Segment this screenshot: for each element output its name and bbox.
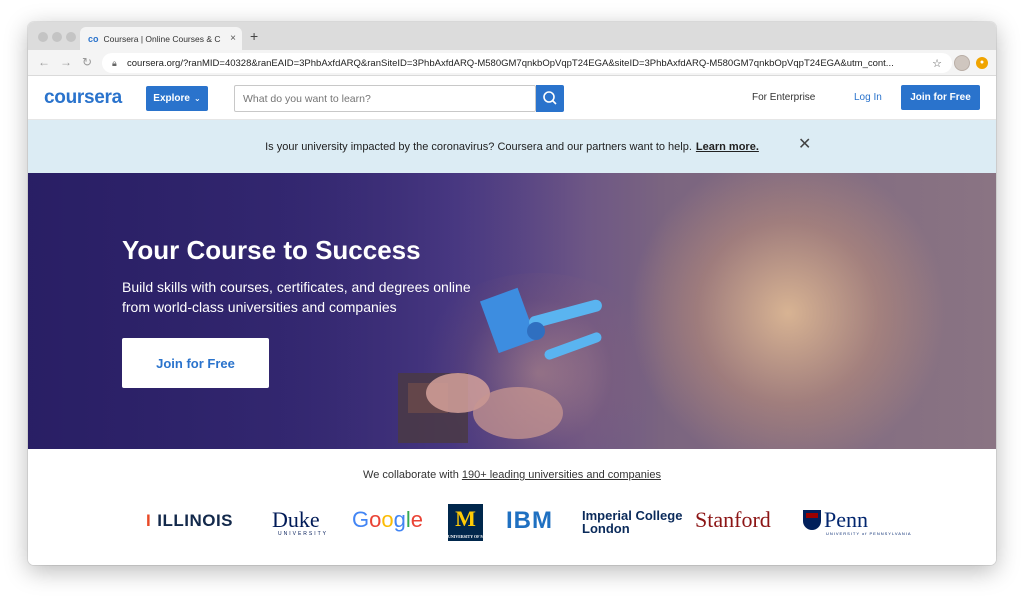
- explore-label: Explore: [153, 93, 190, 104]
- hero-subtitle: Build skills with courses, certificates,…: [122, 279, 471, 315]
- reload-icon[interactable]: ↻: [82, 55, 92, 69]
- collaborate-text: We collaborate with 190+ leading univers…: [28, 469, 996, 481]
- hero-photo-highlight: [628, 173, 948, 449]
- coursera-logo[interactable]: coursera: [44, 87, 122, 109]
- for-enterprise-link[interactable]: For Enterprise: [752, 92, 815, 103]
- penn-logo-subtitle: UNIVERSITY of PENNSYLVANIA: [826, 531, 912, 536]
- imperial-line-2: London: [582, 521, 630, 536]
- ibm-logo[interactable]: IBM: [506, 507, 553, 535]
- profile-avatar[interactable]: [954, 55, 970, 71]
- site-header: coursera Explore ⌄ For Enterprise Log In…: [28, 76, 996, 120]
- url-field[interactable]: 🔒︎ coursera.org/?ranMID=40328&ranEAID=3P…: [102, 53, 952, 73]
- login-link[interactable]: Log In: [854, 92, 882, 103]
- close-tab-icon[interactable]: ×: [230, 33, 236, 44]
- window-close-dot[interactable]: [38, 32, 48, 42]
- tab-title: Coursera | Online Courses & C: [103, 33, 221, 44]
- duke-logo-subtitle: UNIVERSITY: [278, 531, 329, 537]
- penn-wordmark: Penn: [824, 507, 868, 532]
- chevron-down-icon: ⌄: [193, 94, 201, 103]
- partners-link[interactable]: 190+ leading universities and companies: [462, 469, 661, 481]
- search-button[interactable]: [536, 85, 564, 112]
- stanford-logo[interactable]: Stanford: [695, 507, 771, 533]
- explore-button[interactable]: Explore ⌄: [146, 86, 208, 111]
- banner-message: Is your university impacted by the coron…: [265, 140, 692, 153]
- hero-title: Your Course to Success: [122, 235, 421, 265]
- new-tab-icon[interactable]: +: [250, 28, 258, 44]
- michigan-m: M: [455, 506, 476, 531]
- illinois-i-icon: I: [146, 511, 152, 530]
- back-icon[interactable]: ←: [38, 55, 50, 69]
- search-icon: [543, 91, 557, 105]
- join-for-free-header-button[interactable]: Join for Free: [901, 85, 980, 110]
- illinois-logo[interactable]: I ILLINOIS: [146, 511, 233, 531]
- tab-strip: co Coursera | Online Courses & C × +: [28, 22, 996, 50]
- learn-more-link[interactable]: Learn more.: [696, 141, 759, 153]
- michigan-logo[interactable]: M UNIVERSITY OF MICHIGAN: [448, 504, 503, 541]
- illinois-wordmark: ILLINOIS: [157, 511, 234, 530]
- penn-shield-icon: [803, 510, 821, 530]
- michigan-subtitle: UNIVERSITY OF MICHIGAN: [448, 534, 503, 539]
- url-text: coursera.org/?ranMID=40328&ranEAID=3PhbA…: [127, 57, 894, 69]
- address-bar-row: ← → ↻ 🔒︎ coursera.org/?ranMID=40328&ranE…: [28, 50, 996, 76]
- coronavirus-banner: Is your university impacted by the coron…: [28, 120, 996, 173]
- lock-icon: 🔒︎: [112, 57, 117, 68]
- coursera-favicon-icon: co: [88, 33, 99, 44]
- penn-logo[interactable]: Penn: [803, 507, 868, 533]
- bookmark-star-icon[interactable]: ☆: [932, 57, 942, 70]
- forward-icon[interactable]: →: [60, 55, 72, 69]
- join-for-free-hero-button[interactable]: Join for Free: [122, 338, 269, 388]
- imperial-college-logo[interactable]: Imperial College London: [582, 509, 682, 535]
- close-banner-icon[interactable]: ✕: [798, 137, 811, 153]
- collaborate-intro: We collaborate with: [363, 469, 459, 481]
- duke-logo[interactable]: Duke: [272, 507, 320, 533]
- browser-tab[interactable]: co Coursera | Online Courses & C ×: [80, 27, 242, 50]
- extension-icon[interactable]: ●: [976, 57, 988, 69]
- browser-window: co Coursera | Online Courses & C × + ← →…: [28, 22, 996, 565]
- window-zoom-dot[interactable]: [66, 32, 76, 42]
- window-minimize-dot[interactable]: [52, 32, 62, 42]
- google-logo[interactable]: Google: [352, 507, 423, 533]
- hero-section: Your Course to Success Build skills with…: [28, 173, 996, 449]
- partners-section: We collaborate with 190+ leading univers…: [28, 449, 996, 565]
- search-input[interactable]: [234, 85, 536, 112]
